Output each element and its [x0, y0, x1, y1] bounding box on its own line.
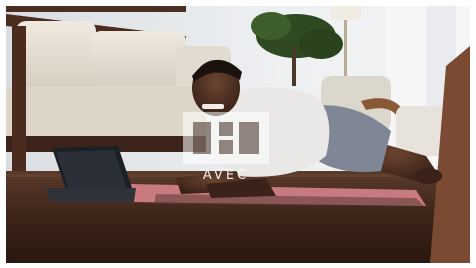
watermark-logo-mark: [183, 112, 269, 164]
watermark-text: AVEC: [202, 168, 250, 183]
lamp-shade: [331, 6, 361, 20]
photo-frame: AVEC: [6, 6, 470, 263]
sofa-arm: [12, 26, 26, 186]
watermark-logo: AVEC: [181, 110, 271, 190]
